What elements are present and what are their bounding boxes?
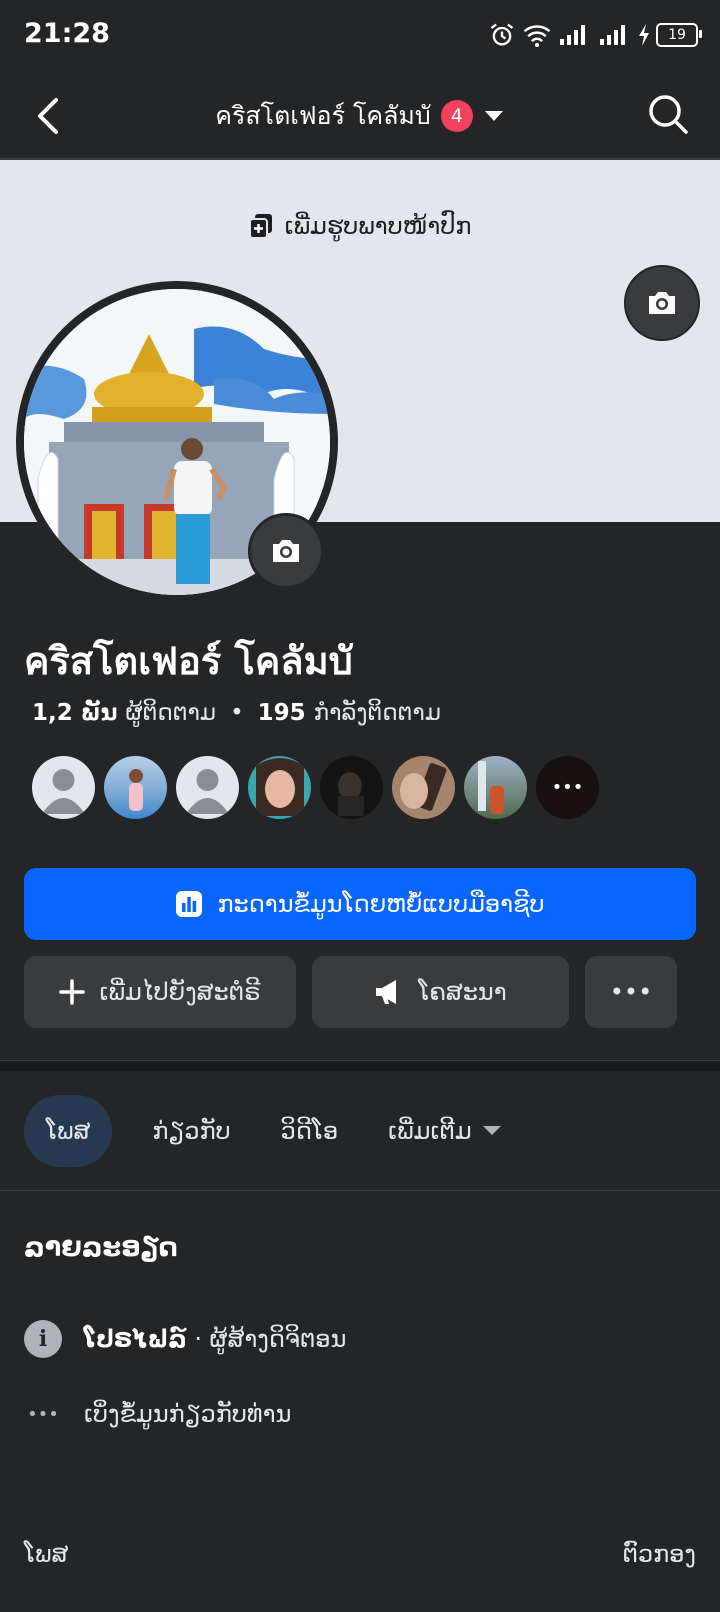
follower-photo	[129, 769, 143, 811]
tab-about[interactable]: ກ່ຽວກັບ	[142, 1095, 240, 1167]
charging-icon	[639, 24, 649, 46]
chevron-down-icon	[482, 1126, 501, 1135]
follow-stats: 1,2 ພັນ ຜູ້ຕິດຕາມ • 195 ກໍາລັງຕິດຕາມ	[32, 700, 441, 726]
posts-section-heading: ໂພສ	[24, 1540, 69, 1568]
follower-photo	[400, 763, 447, 811]
more-dots-icon: •••	[536, 756, 599, 819]
tab-label: ກ່ຽວກັບ	[152, 1117, 231, 1145]
add-to-story-label: ເພີ່ມໄປຍັງສະຕໍຣີ	[99, 978, 261, 1006]
advertise-label: ໂຄສະນາ	[418, 978, 507, 1006]
default-avatar-icon	[186, 769, 229, 814]
tab-videos[interactable]: ວິດີໂອ	[271, 1095, 348, 1167]
battery-indicator: 19	[656, 23, 702, 47]
tab-label: ວິດີໂອ	[280, 1117, 339, 1145]
notification-badge: 4	[440, 100, 473, 132]
profile-type-row: i ໂປຣໄຟລ໌ · ຜູ້ສ້າງດິຈິຕອນ	[24, 1320, 346, 1358]
stats-separator: •	[230, 700, 244, 726]
camera-icon	[273, 540, 299, 562]
follower-photo	[256, 758, 304, 816]
more-options-button[interactable]: •••	[585, 956, 677, 1028]
alarm-icon	[490, 23, 514, 46]
top-navigation: คริสโตเฟอร์ โคลัมบั 4	[0, 72, 720, 160]
follower-avatar[interactable]	[104, 756, 167, 819]
see-about-label: ເບິ່ງຂໍ້ມູນກ່ຽວກັບທ່ານ	[84, 1400, 292, 1428]
more-followers-button[interactable]: •••	[536, 756, 599, 819]
camera-icon	[649, 292, 675, 314]
info-icon: i	[24, 1320, 62, 1358]
signal-icon	[560, 25, 585, 45]
tab-more[interactable]: ເພີ່ມເຕີມ	[378, 1095, 512, 1167]
follower-photo	[338, 772, 364, 816]
add-photo-icon	[248, 214, 272, 239]
filters-button[interactable]: ຕົວກອງ	[623, 1540, 696, 1568]
section-divider	[0, 1060, 720, 1071]
profile-type-label: ໂປຣໄຟລ໌	[84, 1325, 187, 1353]
wifi-icon	[523, 25, 551, 47]
edit-cover-camera-button[interactable]	[624, 265, 700, 341]
tab-posts[interactable]: ໂພສ	[24, 1095, 113, 1167]
follower-avatar[interactable]	[320, 756, 383, 819]
follower-avatar[interactable]	[464, 756, 527, 819]
signal-icon-2	[600, 25, 625, 45]
status-time: 21:28	[24, 18, 110, 49]
default-avatar-icon	[42, 769, 85, 814]
dashboard-label: ກະດານຂໍ້ມູນໂດຍຫຍໍ້ແບບມືອາຊີບ	[217, 890, 545, 918]
edit-profile-picture-camera-button[interactable]	[248, 513, 324, 589]
chevron-down-icon	[484, 111, 503, 121]
profile-switcher[interactable]: คริสโตเฟอร์ โคลัมบั 4	[0, 96, 720, 136]
dashboard-chart-icon	[176, 891, 203, 917]
tabs-divider	[0, 1190, 720, 1191]
add-cover-label: ເພີ່ມຮູບພາບໜ້າປົກ	[284, 212, 472, 240]
profile-name: คริสโตเฟอร์ โคลัมบั	[24, 639, 353, 683]
follower-avatar[interactable]	[176, 756, 239, 819]
header-title: คริสโตเฟอร์ โคลัมบั	[215, 101, 431, 130]
see-about-row[interactable]: ••• ເບິ່ງຂໍ້ມູນກ່ຽວກັບທ່ານ	[24, 1400, 291, 1428]
more-dots-icon: •••	[27, 1403, 59, 1425]
add-to-story-button[interactable]: ເພີ່ມໄປຍັງສະຕໍຣີ	[24, 956, 296, 1028]
profile-tabs: ໂພສ ກ່ຽວກັບ ວິດີໂອ ເພີ່ມເຕີມ	[24, 1095, 512, 1167]
megaphone-icon	[376, 980, 397, 1004]
followers-count[interactable]: 1,2 ພັນ	[32, 700, 117, 726]
professional-dashboard-button[interactable]: ກະດານຂໍ້ມູນໂດຍຫຍໍ້ແບບມືອາຊີບ	[24, 868, 696, 940]
plus-icon	[59, 979, 86, 1005]
following-label[interactable]: ກໍາລັງຕິດຕາມ	[314, 700, 441, 726]
status-bar: 21:28 19	[0, 0, 720, 72]
follower-avatar[interactable]	[392, 756, 455, 819]
follower-photo	[478, 761, 504, 814]
more-options-icon: •••	[609, 978, 653, 1006]
profile-category: · ຜູ້ສ້າງດິຈິຕອນ	[186, 1325, 347, 1353]
search-button[interactable]	[646, 92, 690, 136]
add-cover-photo-button[interactable]: ເພີ່ມຮູບພາບໜ້າປົກ	[0, 212, 720, 240]
tab-label: ເພີ່ມເຕີມ	[388, 1117, 472, 1145]
follower-avatars: •••	[32, 756, 599, 819]
following-count[interactable]: 195	[258, 700, 306, 726]
advertise-button[interactable]: ໂຄສະນາ	[312, 956, 569, 1028]
status-icons: 19	[488, 20, 702, 50]
details-heading: ລາຍລະອຽດ	[24, 1232, 178, 1263]
tab-label: ໂພສ	[46, 1117, 91, 1145]
follower-avatar[interactable]	[248, 756, 311, 819]
followers-label[interactable]: ຜູ້ຕິດຕາມ	[125, 700, 216, 726]
search-icon	[649, 95, 688, 134]
follower-avatar[interactable]	[32, 756, 95, 819]
